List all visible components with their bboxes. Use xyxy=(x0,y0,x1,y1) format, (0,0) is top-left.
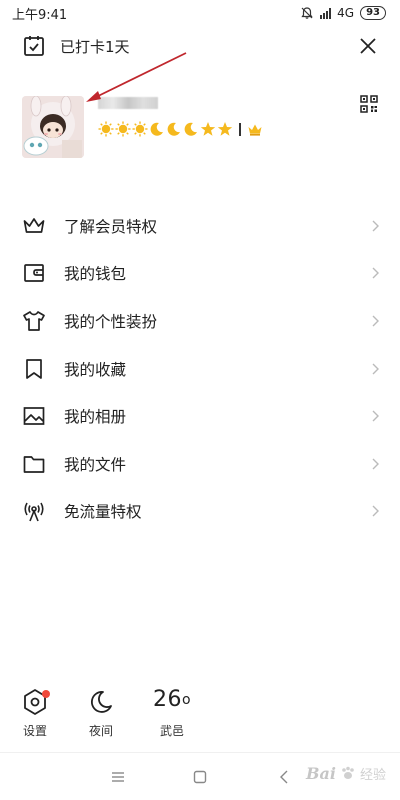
signal-icon xyxy=(320,7,332,19)
menu-item-album[interactable]: 我的相册 xyxy=(0,392,400,440)
chevron-right-icon xyxy=(372,267,379,279)
checkin-row[interactable]: 已打卡1天 xyxy=(22,32,130,60)
menu-item-label: 我的个性装扮 xyxy=(64,312,158,331)
moon-badge-icon xyxy=(184,122,197,136)
star-badge-icon xyxy=(217,122,233,136)
menu-item-files[interactable]: 我的文件 xyxy=(0,440,400,488)
badge-separator xyxy=(239,122,241,136)
moon-badge-icon xyxy=(167,122,180,136)
qr-code-icon xyxy=(360,95,378,113)
sun-badge-icon xyxy=(132,121,148,137)
crown-badge-icon xyxy=(248,124,261,136)
calendar-check-icon xyxy=(24,36,44,56)
menu-item-label: 了解会员特权 xyxy=(64,217,158,236)
paw-icon xyxy=(342,766,354,779)
menu-item-label: 我的收藏 xyxy=(64,360,127,379)
bell-mute-icon xyxy=(301,7,313,19)
username-blurred xyxy=(98,97,158,109)
crown-outline-icon xyxy=(22,214,46,238)
menu-item-free-data[interactable]: 免流量特权 xyxy=(0,488,400,536)
chevron-right-icon xyxy=(372,363,379,375)
bottom-toolbar: 设置 夜间 26o 武邑 xyxy=(0,680,400,752)
sun-badge-icon xyxy=(115,121,131,137)
night-label: 夜间 xyxy=(88,724,113,738)
chevron-right-icon xyxy=(372,410,379,422)
home-nav-button[interactable] xyxy=(190,767,210,787)
menu-list: 了解会员特权 我的钱包 我的个性装扮 我的收藏 我的相册 我的文件 免流量特权 xyxy=(0,202,400,535)
menu-item-label: 我的相册 xyxy=(64,408,127,427)
avatar[interactable] xyxy=(22,96,84,158)
folder-icon xyxy=(22,452,46,476)
weather-widget[interactable]: 26o 武邑 xyxy=(152,688,192,739)
status-icons: 4G 93 xyxy=(300,6,386,20)
home-square-icon xyxy=(193,770,207,784)
star-badge-icon xyxy=(200,122,216,136)
battery-icon: 93 xyxy=(360,6,386,20)
watermark-sub: 经验 xyxy=(359,767,386,783)
back-chevron-icon xyxy=(280,770,288,784)
weather-temperature: 26o xyxy=(152,687,192,712)
image-icon xyxy=(22,404,46,428)
watermark-text: Bai xyxy=(306,763,336,783)
antenna-icon xyxy=(22,499,46,523)
menu-item-label: 我的钱包 xyxy=(64,265,127,284)
settings-label: 设置 xyxy=(22,724,47,738)
bookmark-icon xyxy=(22,357,46,381)
settings-button[interactable]: 设置 xyxy=(20,688,50,739)
menu-item-label: 免流量特权 xyxy=(64,503,142,522)
status-time: 上午9:41 xyxy=(12,7,68,23)
status-bar: 上午9:41 4G 93 xyxy=(0,0,400,26)
chevron-right-icon xyxy=(372,505,379,517)
back-nav-button[interactable] xyxy=(274,767,294,787)
moon-badge-icon xyxy=(150,122,163,136)
close-button[interactable] xyxy=(358,36,378,56)
menu-nav-button[interactable] xyxy=(108,767,128,787)
watermark: Bai 经验 xyxy=(306,758,386,788)
qr-code-button[interactable] xyxy=(360,95,378,113)
night-mode-button[interactable]: 夜间 xyxy=(86,688,116,739)
close-icon xyxy=(360,38,376,54)
menu-lines-icon xyxy=(112,772,124,782)
chevron-right-icon xyxy=(372,220,379,232)
checkin-label: 已打卡1天 xyxy=(60,37,130,56)
tshirt-icon xyxy=(22,309,46,333)
menu-item-favorites[interactable]: 我的收藏 xyxy=(0,345,400,393)
chevron-right-icon xyxy=(372,315,379,327)
wallet-icon xyxy=(22,261,46,285)
avatar-image xyxy=(22,96,84,158)
weather-city: 武邑 xyxy=(159,724,184,738)
chevron-right-icon xyxy=(372,458,379,470)
menu-item-label: 我的文件 xyxy=(64,455,127,474)
menu-item-vip[interactable]: 了解会员特权 xyxy=(0,202,400,250)
menu-item-wallet[interactable]: 我的钱包 xyxy=(0,250,400,298)
menu-item-theme[interactable]: 我的个性装扮 xyxy=(0,297,400,345)
level-badges[interactable] xyxy=(98,120,263,138)
network-type: 4G xyxy=(337,6,355,20)
sun-badge-icon xyxy=(98,121,114,137)
moon-icon xyxy=(91,691,112,713)
notification-dot xyxy=(42,690,50,698)
